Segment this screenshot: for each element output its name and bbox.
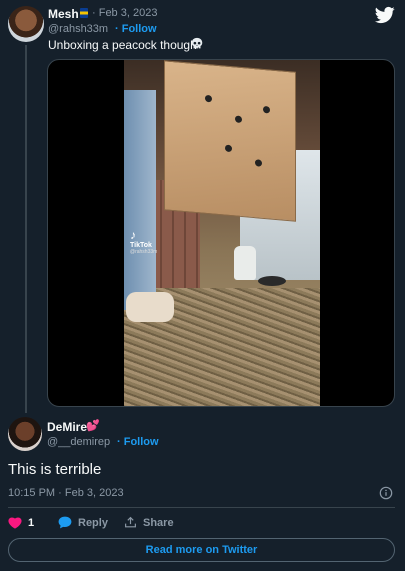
like-count: 1 xyxy=(28,516,35,529)
read-more-button[interactable]: Read more on Twitter xyxy=(8,538,395,562)
video-water-jug xyxy=(234,246,256,280)
like-button[interactable]: 1 xyxy=(8,516,34,529)
quoted-follow-button[interactable]: · Follow xyxy=(115,23,157,35)
tweet-timestamp[interactable]: 10:15 PM · Feb 3, 2023 xyxy=(8,487,124,499)
quoted-author-handle[interactable]: @rahsh33m xyxy=(48,23,108,35)
author-avatar[interactable] xyxy=(8,417,42,451)
author-name[interactable]: DeMire xyxy=(47,420,87,434)
quoted-tweet-date[interactable]: · Feb 3, 2023 xyxy=(92,7,157,19)
tweet-text: This is terrible xyxy=(8,461,102,478)
flag-icon xyxy=(80,8,88,18)
author-handle[interactable]: @__demirep xyxy=(47,436,110,448)
tweet-video[interactable]: ♪ TikTok @rahsh33m xyxy=(47,59,395,407)
follow-button[interactable]: · Follow xyxy=(117,436,159,448)
video-cardboard-box xyxy=(164,60,296,222)
quoted-author-name[interactable]: Mesh xyxy=(48,7,79,21)
video-shoe xyxy=(126,292,174,322)
quoted-tweet-text: Unboxing a peacock though xyxy=(48,38,197,52)
thread-line xyxy=(25,45,27,413)
tiktok-watermark-user: @rahsh33m xyxy=(130,249,158,255)
info-icon[interactable] xyxy=(379,486,393,500)
tiktok-watermark: ♪ TikTok @rahsh33m xyxy=(130,228,157,255)
video-bowl xyxy=(258,276,286,286)
quoted-author-avatar[interactable] xyxy=(8,6,44,42)
video-person-leg xyxy=(124,90,156,310)
heart-icon xyxy=(8,517,22,529)
reply-label: Reply xyxy=(78,516,108,529)
reply-button[interactable]: Reply xyxy=(58,516,108,529)
share-button[interactable]: Share xyxy=(124,516,174,529)
share-label: Share xyxy=(143,516,174,529)
tiktok-watermark-label: TikTok xyxy=(130,242,152,249)
tiktok-icon: ♪ xyxy=(130,228,136,242)
two-hearts-emoji: 💕 xyxy=(86,420,100,432)
share-icon xyxy=(125,516,136,528)
reply-bubble-icon xyxy=(58,516,72,529)
skull-icon xyxy=(191,37,203,49)
video-frame[interactable]: ♪ TikTok @rahsh33m xyxy=(124,60,320,406)
divider xyxy=(8,507,395,508)
twitter-bird-icon[interactable] xyxy=(374,5,396,25)
